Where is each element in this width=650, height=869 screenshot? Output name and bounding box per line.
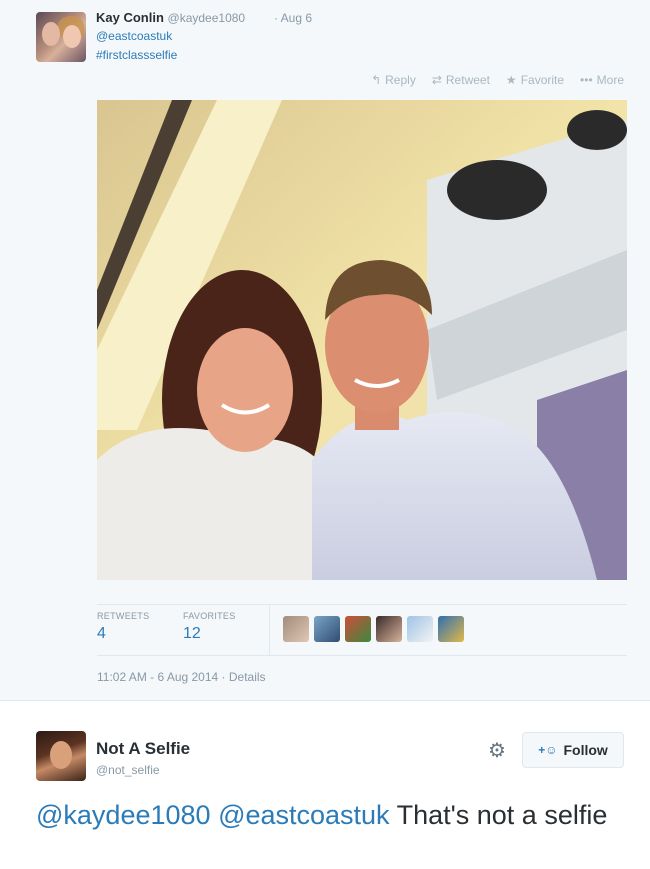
follow-button[interactable]: +☺ Follow <box>522 732 624 768</box>
reply-tweet: Not A Selfie @not_selfie ⚙ +☺ Follow @ka… <box>0 701 650 869</box>
reply-label: Reply <box>385 73 416 87</box>
favoriter-avatar[interactable] <box>314 616 340 642</box>
follow-label: Follow <box>563 742 608 758</box>
author-handle[interactable]: @kaydee1080 <box>168 11 246 25</box>
reply-tweet-text: @kaydee1080 @eastcoastuk That's not a se… <box>36 797 616 834</box>
mention-link[interactable]: @eastcoastuk <box>96 29 172 43</box>
retweets-label: RETWEETS <box>97 611 150 621</box>
hashtag-link[interactable]: #firstclassselfie <box>96 48 177 62</box>
favorite-button[interactable]: ★ Favorite <box>506 73 564 87</box>
retweet-label: Retweet <box>445 73 490 87</box>
avatar-face <box>42 22 60 46</box>
favoriter-avatar[interactable] <box>345 616 371 642</box>
more-icon: ••• <box>580 73 593 87</box>
tweet-author: Kay Conlin @kaydee1080 <box>96 10 245 25</box>
star-icon: ★ <box>505 73 517 87</box>
avatar-face <box>50 741 72 769</box>
favorites-label: FAVORITES <box>183 611 236 621</box>
author-name[interactable]: Kay Conlin <box>96 10 164 25</box>
favorites-count: 12 <box>183 625 201 642</box>
retweets-stat[interactable]: RETWEETS 4 <box>97 611 149 643</box>
timestamp-text[interactable]: 11:02 AM - 6 Aug 2014 <box>97 670 218 684</box>
tweet-date[interactable]: · Aug 6 <box>274 11 312 25</box>
retweet-icon: ⇄ <box>431 73 442 87</box>
favorites-stat[interactable]: FAVORITES 12 <box>183 611 236 643</box>
favoriter-avatars <box>283 616 464 642</box>
reply-body: That's not a selfie <box>396 800 608 830</box>
reply-author-name[interactable]: Not A Selfie <box>96 739 190 759</box>
stats-divider <box>269 605 270 655</box>
reply-icon: ↰ <box>371 73 382 87</box>
tweet-photo[interactable] <box>97 100 627 580</box>
avatar[interactable] <box>36 731 86 781</box>
tweet-actions: ↰ Reply ⇄ Retweet ★ Favorite ••• More <box>371 73 624 87</box>
favoriter-avatar[interactable] <box>407 616 433 642</box>
add-user-icon: +☺ <box>538 743 558 757</box>
more-button[interactable]: ••• More <box>580 73 624 87</box>
mention-link[interactable]: @kaydee1080 <box>36 800 211 830</box>
favoriter-avatar[interactable] <box>376 616 402 642</box>
reply-button[interactable]: ↰ Reply <box>371 73 416 87</box>
retweets-count: 4 <box>97 625 106 642</box>
favorite-label: Favorite <box>520 73 565 87</box>
tweet-stats: RETWEETS 4 FAVORITES 12 <box>97 604 627 656</box>
avatar[interactable] <box>36 12 86 62</box>
tweet-timestamp: 11:02 AM - 6 Aug 2014 · Details <box>97 670 266 684</box>
details-link[interactable]: · Details <box>222 670 266 684</box>
selfie-image <box>97 100 627 580</box>
favoriter-avatar[interactable] <box>438 616 464 642</box>
reply-author-handle[interactable]: @not_selfie <box>96 763 160 777</box>
mention-link[interactable]: @eastcoastuk <box>218 800 390 830</box>
avatar-face <box>63 25 81 48</box>
gear-icon[interactable]: ⚙ <box>488 738 506 763</box>
favoriter-avatar[interactable] <box>283 616 309 642</box>
original-tweet: Kay Conlin @kaydee1080 · Aug 6 @eastcoas… <box>0 0 650 701</box>
more-label: More <box>596 73 624 87</box>
retweet-button[interactable]: ⇄ Retweet <box>432 73 490 87</box>
